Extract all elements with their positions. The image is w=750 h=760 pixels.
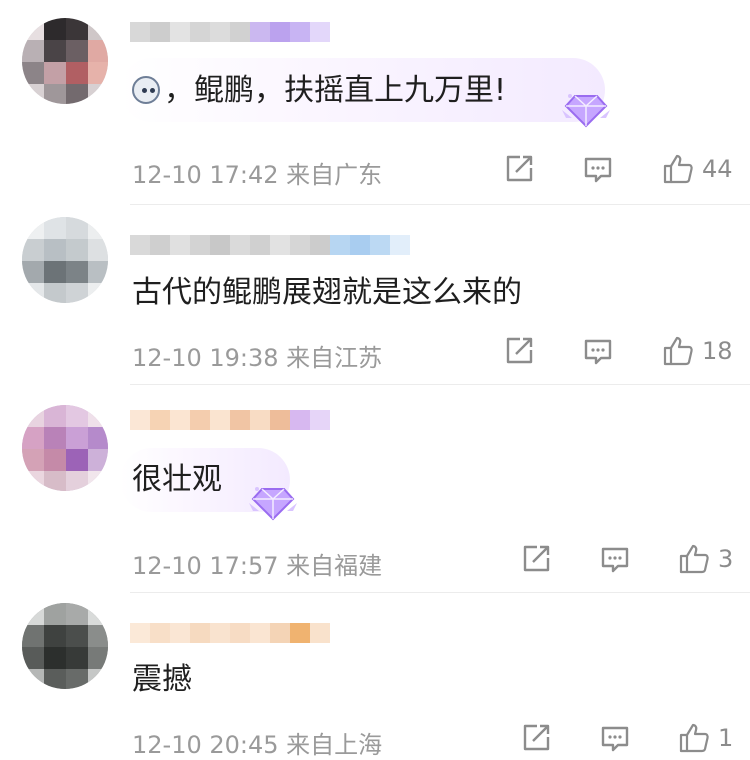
diamond-badge-icon xyxy=(562,94,610,128)
comment-text: 古代的鲲鹏展翅就是这么来的 xyxy=(132,275,522,310)
username-blurred[interactable] xyxy=(130,235,410,255)
share-button[interactable] xyxy=(521,544,551,574)
username-blurred[interactable] xyxy=(130,623,330,643)
comment-time: 12-10 19:38 xyxy=(132,344,279,372)
like-button[interactable]: 3 xyxy=(678,543,733,575)
comment-meta: 12-10 19:38 来自江苏 xyxy=(132,338,382,373)
avatar[interactable] xyxy=(22,217,108,303)
share-icon xyxy=(506,155,533,182)
comment-meta: 12-10 17:42 来自广东 xyxy=(132,155,382,190)
share-icon xyxy=(523,545,550,572)
comment-item: 震撼 12-10 20:45 来自上海 1 xyxy=(0,593,750,760)
thumbs-up-icon xyxy=(663,154,693,184)
comment-item: 很壮观 12-10 17:57 来自福建 3 xyxy=(0,385,750,593)
avatar[interactable] xyxy=(22,603,108,689)
comment-text: 很壮观 xyxy=(132,462,222,497)
comment-time: 12-10 17:42 xyxy=(132,161,279,189)
like-button[interactable]: 44 xyxy=(662,153,733,185)
username-blurred[interactable] xyxy=(130,22,330,42)
comment-location: 来自上海 xyxy=(286,731,383,759)
share-button[interactable] xyxy=(504,154,534,184)
comment-location: 来自江苏 xyxy=(286,344,383,372)
reply-button[interactable] xyxy=(600,546,630,574)
comment-time: 12-10 20:45 xyxy=(132,731,279,759)
like-count: 18 xyxy=(702,337,733,365)
face-emoji-icon xyxy=(132,76,160,104)
comment-meta: 12-10 20:45 来自上海 xyxy=(132,725,382,760)
thumbs-up-icon xyxy=(663,336,693,366)
like-button[interactable]: 18 xyxy=(662,335,733,367)
share-icon xyxy=(506,337,533,364)
like-count: 44 xyxy=(702,155,733,183)
comment-text: 震撼 xyxy=(132,662,192,697)
thumbs-up-icon xyxy=(679,723,709,753)
comment-location: 来自福建 xyxy=(286,552,383,580)
comment-list: ，鲲鹏，扶摇直上九万里! 12-10 17:42 来自广东 44 古代的鲲鹏展翅… xyxy=(0,0,750,760)
share-button[interactable] xyxy=(521,723,551,753)
comment-item: 古代的鲲鹏展翅就是这么来的 12-10 19:38 来自江苏 18 xyxy=(0,205,750,385)
reply-button[interactable] xyxy=(583,338,613,366)
avatar[interactable] xyxy=(22,405,108,491)
comment-text: ，鲲鹏，扶摇直上九万里! xyxy=(132,71,506,111)
reply-button[interactable] xyxy=(600,725,630,753)
share-button[interactable] xyxy=(504,336,534,366)
comment-icon xyxy=(584,339,612,365)
like-count: 1 xyxy=(718,724,734,752)
comment-icon xyxy=(601,726,629,752)
avatar[interactable] xyxy=(22,18,108,104)
comment-icon xyxy=(601,547,629,573)
diamond-badge-icon xyxy=(249,487,297,521)
comment-item: ，鲲鹏，扶摇直上九万里! 12-10 17:42 来自广东 44 xyxy=(0,0,750,205)
username-blurred[interactable] xyxy=(130,410,330,430)
comment-icon xyxy=(584,157,612,183)
comment-time: 12-10 17:57 xyxy=(132,552,279,580)
like-button[interactable]: 1 xyxy=(678,722,733,754)
thumbs-up-icon xyxy=(679,544,709,574)
reply-button[interactable] xyxy=(583,156,613,184)
comment-location: 来自广东 xyxy=(286,161,383,189)
comment-meta: 12-10 17:57 来自福建 xyxy=(132,546,382,581)
like-count: 3 xyxy=(718,545,734,573)
share-icon xyxy=(523,724,550,751)
